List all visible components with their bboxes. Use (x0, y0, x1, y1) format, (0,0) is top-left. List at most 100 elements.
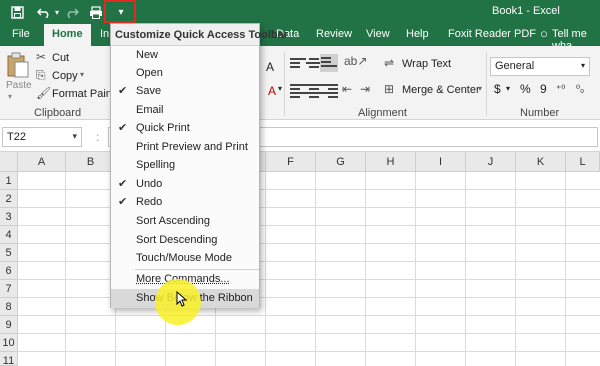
top-align-icon[interactable] (290, 56, 306, 70)
name-box-value: T22 (7, 131, 26, 143)
column-header[interactable]: A (18, 152, 66, 172)
row-header[interactable]: 6 (0, 262, 18, 280)
row-header[interactable]: 3 (0, 208, 18, 226)
row-header[interactable]: 11 (0, 352, 18, 366)
lightbulb-icon[interactable]: ○ (540, 26, 548, 41)
customize-qat-menu: Customize Quick Access Toolbar New Open … (110, 23, 288, 308)
formula-bar-separator: : (96, 130, 100, 144)
column-header[interactable]: F (266, 152, 316, 172)
number-group-label: Number (520, 107, 560, 119)
percent-format-button[interactable]: % (520, 82, 531, 96)
row-header[interactable]: 5 (0, 244, 18, 262)
row-header[interactable]: 10 (0, 334, 18, 352)
grid-line (18, 297, 600, 298)
menu-item-sort-ascending[interactable]: Sort Ascending (111, 212, 259, 231)
redo-icon[interactable] (63, 3, 81, 21)
menu-item-spelling[interactable]: Spelling (111, 156, 259, 175)
checkmark-icon: ✔ (118, 122, 128, 134)
menu-item-label: Spelling (136, 159, 176, 171)
title-bar: ▾ ▾ Book1 - Excel (0, 0, 600, 24)
cut-button[interactable]: Cut (52, 52, 69, 64)
name-box[interactable]: T22 ▾ (2, 127, 82, 147)
copy-dropdown-icon[interactable]: ▾ (80, 70, 84, 79)
menu-item-save[interactable]: ✔ Save (111, 82, 259, 101)
tab-insert[interactable]: In (100, 28, 109, 40)
menu-item-touch-mouse-mode[interactable]: Touch/Mouse Mode (111, 249, 259, 268)
align-left-icon[interactable] (290, 82, 306, 98)
currency-dropdown-icon[interactable]: ▾ (506, 84, 510, 93)
tab-file[interactable]: File (12, 28, 30, 40)
paste-icon[interactable] (6, 52, 30, 81)
decrease-indent-icon[interactable]: ⇤ (342, 82, 352, 96)
merge-center-icon: ⊞ (384, 82, 395, 96)
column-header[interactable]: B (66, 152, 116, 172)
undo-icon[interactable] (35, 3, 53, 21)
grid-line (365, 172, 366, 366)
tab-foxit-reader-pdf[interactable]: Foxit Reader PDF (448, 28, 536, 40)
copy-button[interactable]: Copy (52, 70, 78, 82)
row-header[interactable]: 7 (0, 280, 18, 298)
merge-dropdown-icon[interactable]: ▾ (478, 84, 482, 93)
comma-style-button[interactable]: 9 (540, 82, 547, 96)
align-center-icon[interactable] (306, 82, 322, 98)
row-header[interactable]: 9 (0, 316, 18, 334)
wrap-text-button[interactable]: Wrap Text (402, 58, 451, 70)
checkmark-icon: ✔ (118, 85, 128, 97)
select-all-corner[interactable] (0, 152, 18, 172)
decrease-decimal-icon[interactable]: ⁰₀ (576, 84, 584, 95)
row-header[interactable]: 1 (0, 172, 18, 190)
menu-item-email[interactable]: Email (111, 101, 259, 120)
window-title: Book1 - Excel (492, 5, 560, 17)
menu-item-label: Undo (136, 178, 163, 190)
menu-item-undo[interactable]: ✔ Undo (111, 175, 259, 194)
grid-line (565, 172, 566, 366)
menu-item-quick-print[interactable]: ✔ Quick Print (111, 119, 259, 138)
customize-qat-dropdown-icon[interactable]: ▾ (114, 3, 128, 21)
grid-line (18, 225, 600, 226)
menu-item-open[interactable]: Open (111, 64, 259, 83)
tab-home[interactable]: Home (44, 24, 91, 46)
tab-help[interactable]: Help (406, 28, 429, 40)
tab-review[interactable]: Review (316, 28, 352, 40)
grid-line (465, 172, 466, 366)
ribbon-tabs: File Home In Data Review View Help Foxit… (0, 24, 600, 52)
currency-format-button[interactable]: $ (494, 82, 501, 96)
grid-line (18, 315, 600, 316)
menu-item-print-preview[interactable]: Print Preview and Print (111, 138, 259, 157)
grid-line (18, 351, 600, 352)
number-format-select[interactable]: General ▾ (490, 57, 590, 76)
increase-decimal-icon[interactable]: ⁺⁰ (556, 84, 565, 95)
font-color-icon[interactable]: A (268, 84, 276, 98)
increase-font-icon[interactable]: A (266, 60, 274, 74)
column-header[interactable]: L (566, 152, 600, 172)
paste-button[interactable]: Paste (6, 80, 32, 91)
tab-view[interactable]: View (366, 28, 390, 40)
column-header[interactable]: K (516, 152, 566, 172)
row-header[interactable]: 8 (0, 298, 18, 316)
orientation-icon[interactable]: ab↗ (344, 54, 367, 68)
name-box-dropdown-icon[interactable]: ▾ (72, 131, 77, 142)
row-header[interactable]: 4 (0, 226, 18, 244)
menu-item-new[interactable]: New (111, 46, 259, 65)
column-header[interactable]: I (416, 152, 466, 172)
column-header[interactable]: H (366, 152, 416, 172)
font-color-dropdown-icon[interactable]: ▾ (278, 84, 282, 93)
bottom-align-icon[interactable] (320, 54, 338, 72)
menu-item-sort-descending[interactable]: Sort Descending (111, 231, 259, 250)
grid-line (18, 261, 600, 262)
worksheet-grid[interactable]: A B C D E F G H I J K L 1 2 3 4 5 6 7 8 … (0, 152, 600, 366)
undo-dropdown-icon[interactable]: ▾ (53, 3, 61, 21)
column-header[interactable]: J (466, 152, 516, 172)
increase-indent-icon[interactable]: ⇥ (360, 82, 370, 96)
column-header[interactable]: G (316, 152, 366, 172)
paste-dropdown-icon[interactable]: ▾ (8, 92, 12, 101)
row-header[interactable]: 2 (0, 190, 18, 208)
grid-line (65, 172, 66, 366)
group-separator (284, 52, 285, 116)
align-right-icon[interactable] (322, 82, 338, 98)
save-icon[interactable] (8, 3, 26, 21)
merge-center-button[interactable]: Merge & Center (402, 84, 480, 96)
formula-bar: T22 ▾ : (0, 120, 600, 152)
menu-item-redo[interactable]: ✔ Redo (111, 193, 259, 212)
quick-print-icon[interactable] (88, 3, 104, 21)
